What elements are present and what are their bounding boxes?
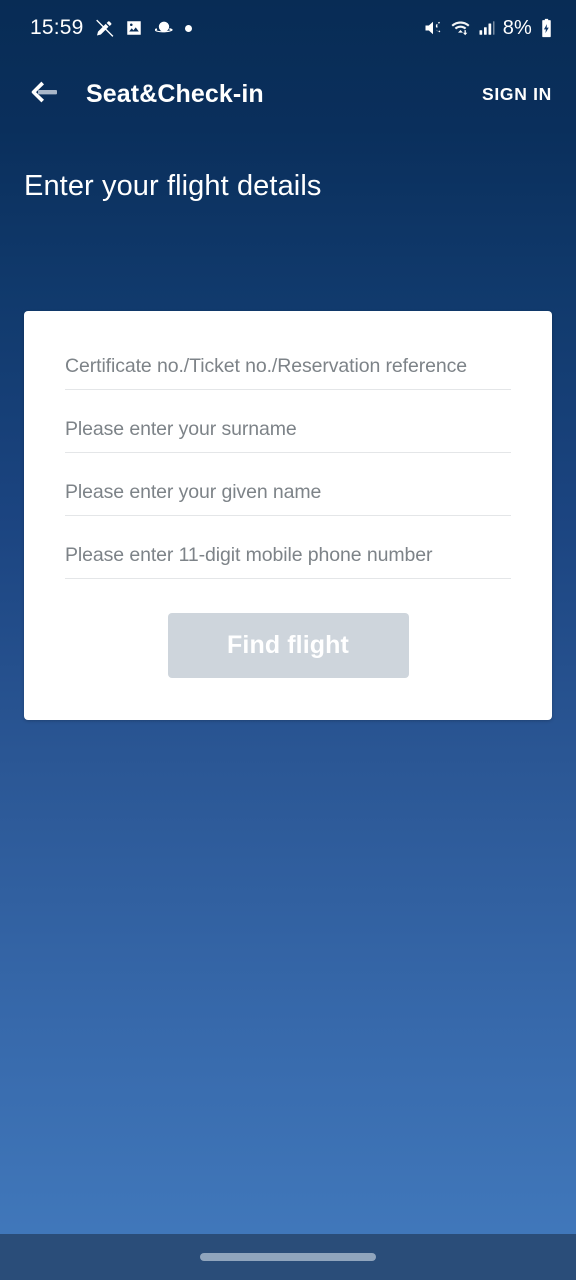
saturn-icon xyxy=(154,18,174,38)
field-surname[interactable] xyxy=(65,390,511,453)
home-gesture-pill[interactable] xyxy=(200,1253,376,1261)
status-bar: 15:59 8% xyxy=(0,0,576,56)
flight-details-card: Find flight xyxy=(24,311,552,720)
volume-mute-icon xyxy=(423,18,443,38)
system-navigation-bar xyxy=(0,1234,576,1280)
sign-in-button[interactable]: SIGN IN xyxy=(478,76,556,113)
surname-input[interactable] xyxy=(65,418,511,441)
status-bar-left: 15:59 xyxy=(30,16,192,40)
status-bar-clock: 15:59 xyxy=(30,16,84,39)
arrow-left-icon xyxy=(28,79,60,110)
field-given-name[interactable] xyxy=(65,453,511,516)
page-title: Enter your flight details xyxy=(24,170,322,202)
app-bar-title: Seat&Check-in xyxy=(86,79,264,108)
battery-percent-label: 8% xyxy=(502,16,532,39)
certificate-ticket-reservation-input[interactable] xyxy=(65,355,511,378)
mobile-phone-input[interactable] xyxy=(65,544,511,567)
given-name-input[interactable] xyxy=(65,481,511,504)
dot-icon xyxy=(184,24,192,32)
cellular-signal-icon xyxy=(478,19,496,37)
image-icon xyxy=(125,19,143,37)
submit-row: Find flight xyxy=(65,579,511,720)
app-bar: Seat&Check-in SIGN IN xyxy=(0,56,576,132)
status-bar-right: 8% xyxy=(423,17,554,40)
battery-charging-icon xyxy=(539,18,554,38)
pen-slash-icon xyxy=(95,19,114,38)
field-mobile-phone[interactable] xyxy=(65,516,511,579)
back-button[interactable] xyxy=(22,72,66,116)
find-flight-button[interactable]: Find flight xyxy=(167,613,409,678)
wifi-transfer-icon xyxy=(450,18,471,38)
field-certificate-ticket-reservation[interactable] xyxy=(65,339,511,390)
